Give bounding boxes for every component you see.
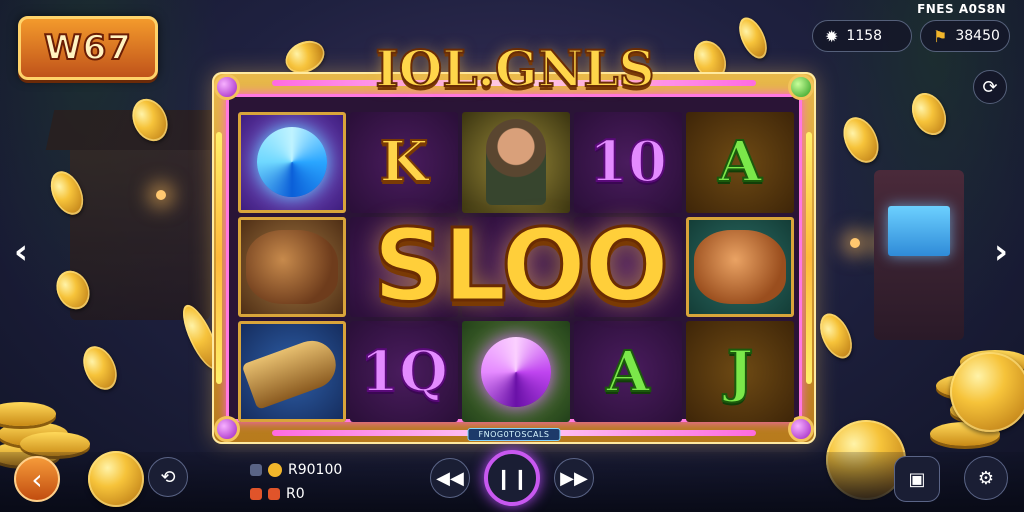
reel-cell[interactable] [238, 112, 346, 213]
reel-cell[interactable] [462, 112, 570, 213]
pause-icon: ❙❙ [495, 466, 529, 490]
tiger-icon [246, 229, 338, 304]
blue-swirl-icon [257, 127, 327, 198]
frame-rail-left [216, 132, 222, 384]
logo-text: W67 [43, 27, 132, 69]
pause-button[interactable]: ❙❙ [484, 450, 540, 506]
frame-rail-right [806, 132, 812, 384]
reel-cell[interactable] [238, 321, 346, 422]
sync-icon: ⟲ [160, 466, 176, 488]
sync-button[interactable]: ⟲ [148, 457, 188, 497]
reel-cell[interactable]: A [686, 112, 794, 213]
coin-pile-right [900, 332, 1024, 452]
balance-value: R90100 [288, 462, 343, 478]
lamp-light [156, 190, 166, 200]
reel-cell[interactable]: 10 [574, 112, 682, 213]
prev-arrow-button[interactable]: ‹ [14, 232, 28, 272]
hut [70, 140, 210, 320]
rewind-button[interactable]: ◀◀ [430, 458, 470, 498]
trophy-icon: ⚑ [933, 26, 948, 46]
symbol-text: A [717, 129, 762, 196]
center-banner-text: SLOO [371, 205, 670, 325]
fast-forward-button[interactable]: ▶▶ [554, 458, 594, 498]
gear-icon: ✹ [825, 26, 839, 46]
stat-pill-a[interactable]: ✹ 1158 [812, 20, 912, 52]
fast-forward-icon: ▶▶ [560, 467, 588, 489]
lamp-light [850, 238, 860, 248]
balance-dot-icon [250, 464, 262, 476]
refresh-button[interactable]: ⟳ [973, 70, 1007, 104]
game-title: IOL.GNLS [374, 38, 655, 99]
reel-cell[interactable] [462, 321, 570, 422]
screen-icon: ▣ [908, 468, 926, 490]
frame-gem [788, 74, 814, 100]
symbol-text: A [605, 338, 650, 405]
reel-cell[interactable] [238, 216, 346, 318]
violet-swirl-icon [481, 336, 551, 407]
stat-a-value: 1158 [846, 28, 883, 44]
reel-cell[interactable]: K [350, 112, 458, 213]
balance-row: R90100 [250, 462, 342, 478]
arcade-machine [874, 170, 964, 340]
settings-gear-icon: ⚙ [977, 467, 995, 489]
screen-button[interactable]: ▣ [894, 456, 940, 502]
frame-gem [214, 74, 240, 100]
symbol-text: 1Q [359, 338, 449, 405]
corner-label: FNES A0S8N [917, 2, 1006, 16]
frame-gem [214, 416, 240, 442]
reel-cell[interactable]: 1Q [350, 321, 458, 422]
coin-token-button[interactable] [88, 451, 144, 507]
lynx-icon [694, 229, 786, 304]
symbol-text: K [379, 129, 430, 196]
coin-icon [268, 463, 282, 477]
refresh-icon: ⟳ [982, 76, 998, 98]
reel-cell[interactable] [686, 216, 794, 318]
bet-value: R0 [286, 486, 305, 502]
horn-icon [241, 333, 343, 410]
gold-coin [733, 13, 773, 63]
back-button[interactable]: ‹ [14, 456, 60, 502]
symbol-text: J [726, 338, 754, 405]
symbol-text: 10 [588, 129, 668, 196]
reel-cell[interactable]: J [686, 321, 794, 422]
brand-logo[interactable]: W67 [18, 16, 158, 80]
stat-b-value: 38450 [955, 28, 1000, 44]
bet-row: R0 [250, 486, 305, 502]
bet-dot-icon [250, 488, 262, 500]
rewind-icon: ◀◀ [436, 467, 464, 489]
back-arrow-icon: ‹ [31, 462, 43, 496]
explorer-icon [486, 119, 546, 206]
reel-cell[interactable]: A [574, 321, 682, 422]
frame-caption: FNOG0TOSCALS [467, 428, 561, 441]
settings-button[interactable]: ⚙ [964, 456, 1008, 500]
next-arrow-button[interactable]: › [994, 232, 1008, 272]
stat-pill-b[interactable]: ⚑ 38450 [920, 20, 1010, 52]
bet-chip-icon [268, 488, 280, 500]
